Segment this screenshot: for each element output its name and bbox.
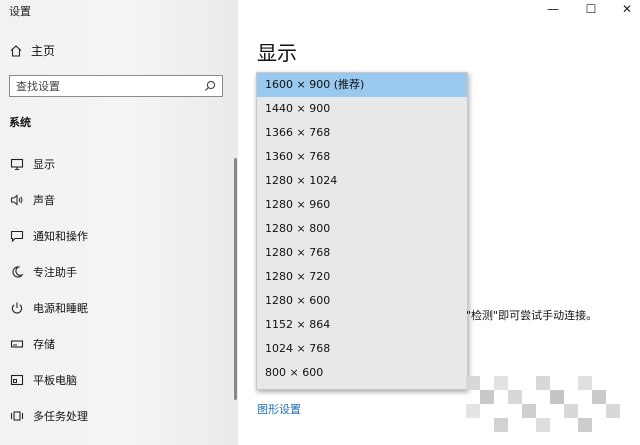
sidebar-item-display[interactable]: 显示 [0,152,236,176]
tablet-icon [9,372,25,388]
resolution-option[interactable]: 1600 × 900 (推荐) [257,73,467,97]
resolution-option[interactable]: 1280 × 768 [257,241,467,265]
sidebar-item-label: 专注助手 [33,266,77,279]
resolution-option[interactable]: 1280 × 800 [257,217,467,241]
sidebar-item-label: 多任务处理 [33,410,88,423]
storage-icon [9,336,25,352]
home-icon [10,44,22,57]
home-nav-item[interactable]: 主页 [9,42,55,59]
sidebar-item-sound[interactable]: 声音 [0,188,236,212]
sidebar-item-focus-assist[interactable]: 专注助手 [0,260,236,284]
minimize-icon: — [547,2,559,16]
sidebar-item-tablet[interactable]: 平板电脑 [0,368,236,392]
sidebar-item-power-sleep[interactable]: 电源和睡眠 [0,296,236,320]
moon-icon [9,264,25,280]
resolution-option[interactable]: 1152 × 864 [257,313,467,337]
sidebar-item-storage[interactable]: 存储 [0,332,236,356]
resolution-dropdown-list[interactable]: 1600 × 900 (推荐) 1440 × 900 1366 × 768 13… [256,72,468,390]
page-title: 显示 [257,41,297,65]
home-label: 主页 [31,44,56,58]
resolution-option[interactable]: 1360 × 768 [257,145,467,169]
detect-hint-text: "检测"即可尝试手动连接。 [466,309,598,322]
maximize-button[interactable]: ☐ [576,0,606,18]
settings-sidebar: 设置 主页 系统 显示 声音 通知 [0,0,238,445]
power-icon [9,300,25,316]
sidebar-item-label: 存储 [33,338,55,351]
resolution-option[interactable]: 1280 × 960 [257,193,467,217]
sidebar-item-label: 声音 [33,194,55,207]
close-icon: ✕ [621,2,633,16]
search-input[interactable] [16,79,204,93]
search-icon[interactable] [204,80,216,92]
resolution-option[interactable]: 1024 × 768 [257,337,467,361]
sidebar-item-label: 通知和操作 [33,230,88,243]
sidebar-item-multitasking[interactable]: 多任务处理 [0,404,236,428]
sidebar-item-label: 电源和睡眠 [33,302,88,315]
speaker-icon [9,192,25,208]
multitask-icon [9,408,25,424]
message-icon [9,228,25,244]
section-title: 系统 [9,116,31,129]
app-title: 设置 [9,5,31,18]
close-button[interactable]: ✕ [612,0,640,18]
sidebar-scrollbar[interactable] [234,158,237,400]
monitor-icon [9,156,25,172]
search-box[interactable] [9,75,223,97]
resolution-option[interactable]: 1366 × 768 [257,121,467,145]
minimize-button[interactable]: — [538,0,568,18]
resolution-option[interactable]: 1440 × 900 [257,97,467,121]
sidebar-nav: 显示 声音 通知和操作 专注助手 电源和睡眠 存储 平板电脑 多任务处理 [0,152,236,440]
resolution-option[interactable]: 800 × 600 [257,361,467,385]
pixelated-watermark [466,376,620,432]
resolution-option[interactable]: 1280 × 600 [257,289,467,313]
graphics-settings-link[interactable]: 图形设置 [257,401,301,417]
sidebar-item-label: 平板电脑 [33,374,77,387]
maximize-icon: ☐ [585,2,597,16]
sidebar-item-label: 显示 [33,158,55,171]
resolution-option[interactable]: 1280 × 1024 [257,169,467,193]
sidebar-item-notifications[interactable]: 通知和操作 [0,224,236,248]
resolution-option[interactable]: 1280 × 720 [257,265,467,289]
